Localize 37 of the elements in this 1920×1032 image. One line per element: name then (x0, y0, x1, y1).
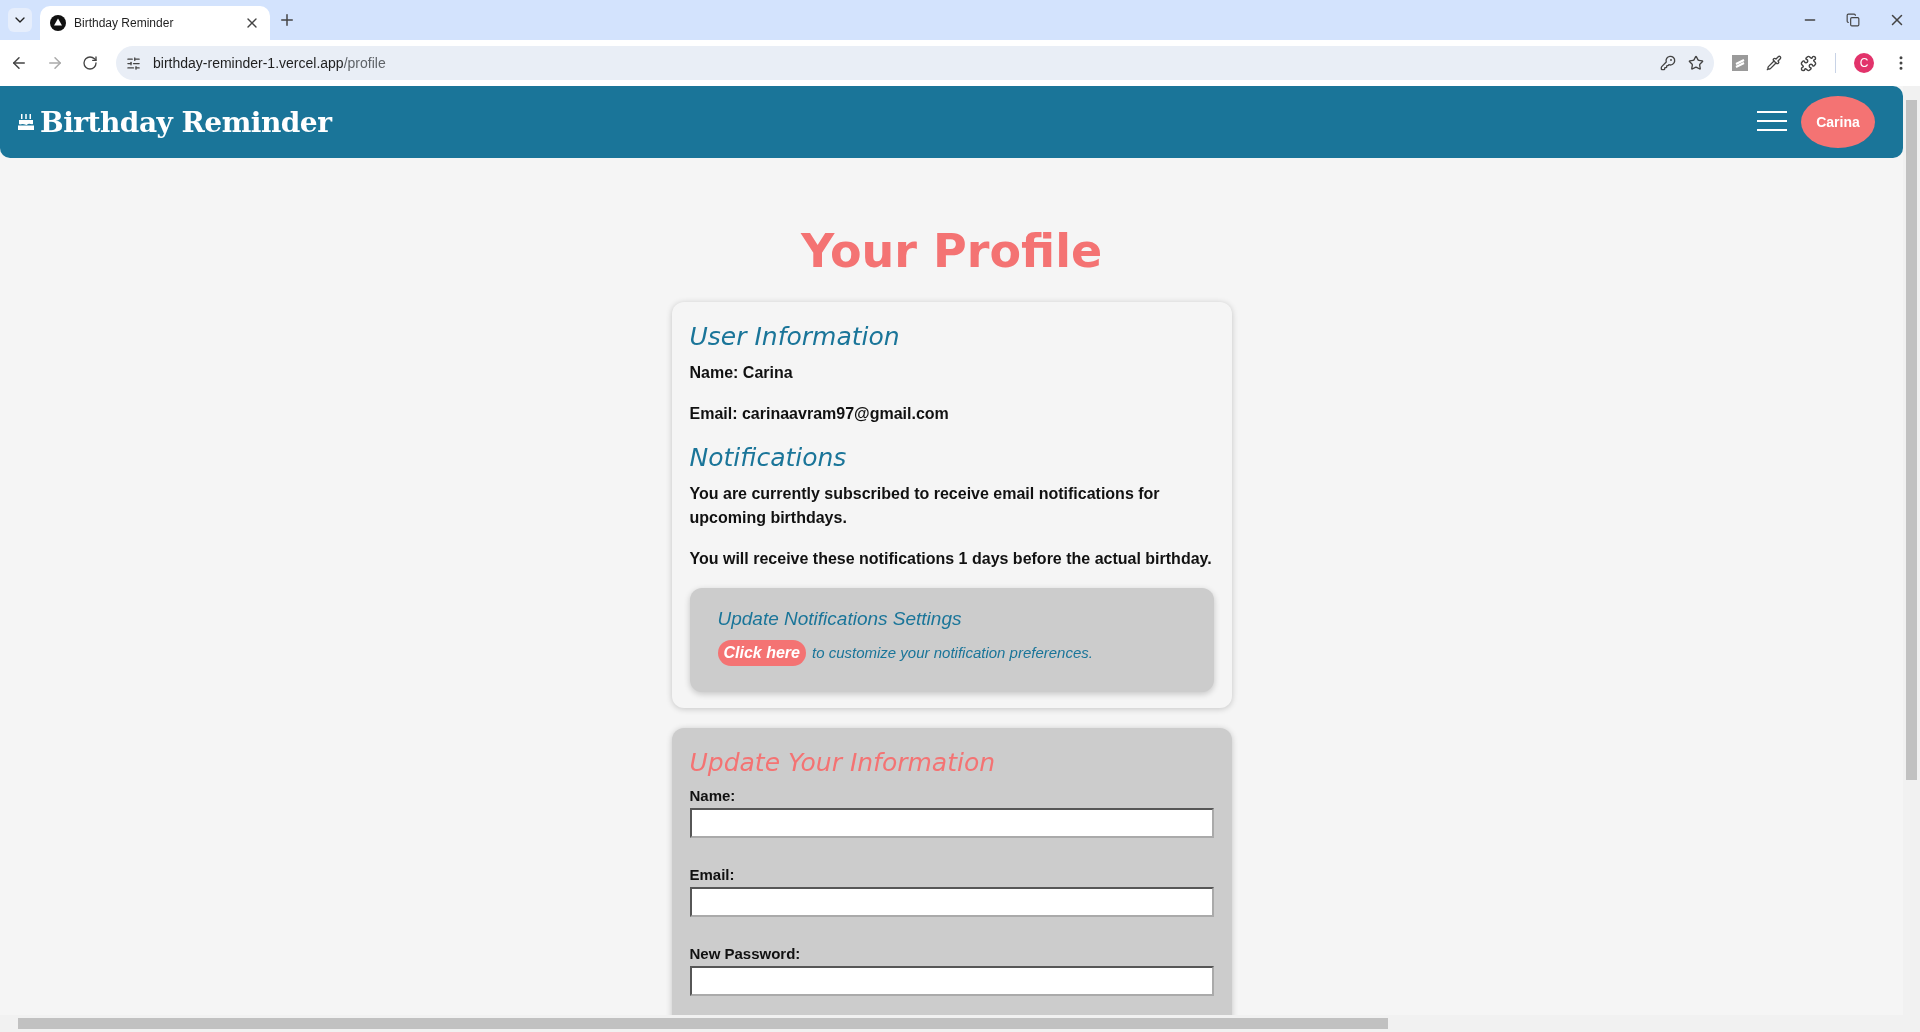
settings-heading: Update Notifications Settings (717, 607, 963, 630)
url-text: birthday-reminder-1.vercel.app/profile (153, 55, 387, 71)
form-heading: Update Your Information (689, 747, 997, 777)
app-title[interactable]: Birthday Reminder (40, 105, 332, 139)
input-field[interactable] (689, 886, 1214, 917)
field-label: Name: (689, 786, 737, 804)
click-here-link[interactable]: Click here (717, 639, 806, 666)
reload-icon[interactable] (82, 55, 98, 71)
field-label: Email: (689, 865, 736, 883)
back-icon[interactable] (10, 54, 28, 72)
user-email: Email: carinaavram97@gmail.com (689, 404, 950, 425)
browser-tab[interactable]: Birthday Reminder (40, 6, 270, 40)
page-title: Your Profile (800, 224, 1103, 278)
input-field[interactable] (689, 807, 1214, 838)
profile-avatar[interactable]: C (1854, 53, 1874, 73)
settings-text: to customize your notification preferences. (812, 644, 1093, 662)
key-icon[interactable] (1660, 55, 1676, 71)
tab-title: Birthday Reminder (74, 16, 175, 30)
new-tab-icon[interactable] (278, 11, 296, 29)
field-label: New Password: (689, 944, 802, 962)
puzzle-icon[interactable] (1800, 54, 1817, 72)
address-bar[interactable]: birthday-reminder-1.vercel.app/profile (116, 46, 1714, 80)
section-heading: User Information (689, 322, 901, 351)
user-name: Name: Carina (689, 363, 794, 383)
cake-icon (18, 113, 34, 131)
timing-text: You will receive these notifications 1 days before the actual birthday. (689, 548, 1213, 569)
subscription-text: You are currently subscribed to receive email notifications for upcoming birthdays. (689, 484, 1161, 528)
triangle-logo-icon (50, 15, 66, 31)
extension-icon[interactable] (1732, 55, 1748, 71)
star-icon[interactable] (1688, 55, 1704, 71)
user-button[interactable]: Carina (1801, 96, 1875, 148)
restore-icon[interactable] (1846, 11, 1860, 29)
eyedropper-icon[interactable] (1766, 55, 1782, 71)
tab-list-button[interactable] (8, 8, 32, 32)
input-field[interactable] (689, 965, 1214, 996)
site-settings-icon[interactable] (126, 55, 141, 71)
section-heading: Notifications (689, 443, 848, 473)
